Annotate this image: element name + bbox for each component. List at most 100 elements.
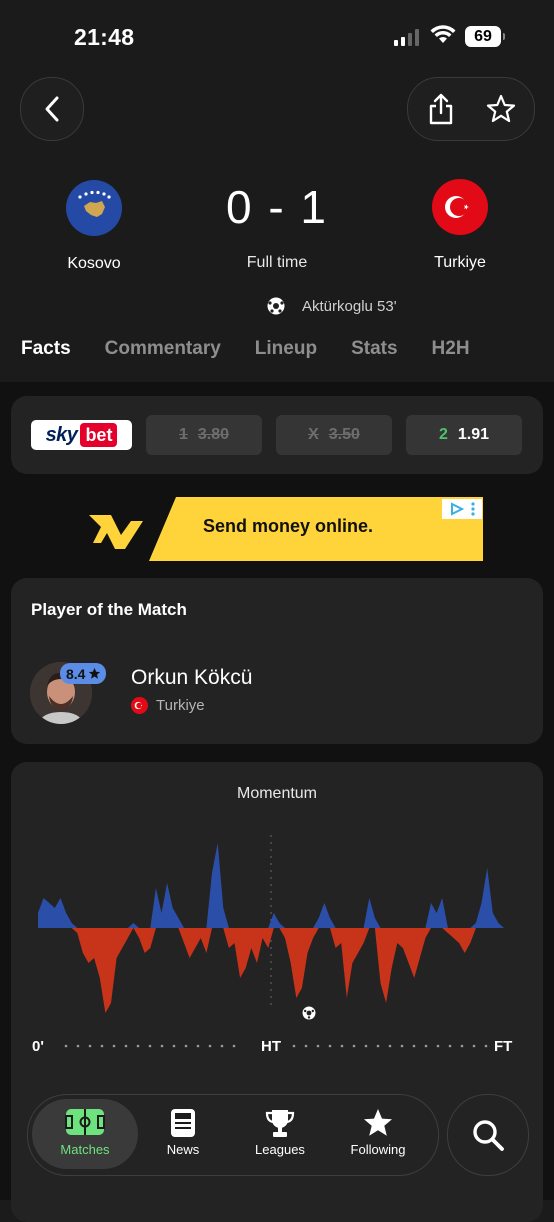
momentum-chart (38, 835, 504, 1020)
axis-dot (400, 1044, 404, 1048)
nav-following[interactable]: Following (333, 1108, 423, 1157)
player-team-name: Turkiye (156, 697, 205, 714)
odds-home-button[interactable]: 1 3.80 (146, 415, 262, 455)
match-tabs: Facts Commentary Lineup Stats H2H (21, 338, 504, 360)
odds-draw-button[interactable]: X 3.50 (276, 415, 392, 455)
header-actions (407, 77, 535, 141)
axis-dot (172, 1044, 176, 1048)
tab-commentary[interactable]: Commentary (105, 338, 221, 360)
tab-stats[interactable]: Stats (351, 338, 397, 360)
odds-away-value: 1.91 (457, 426, 490, 443)
battery-icon: 69 (465, 26, 505, 47)
odds-draw-label: X (308, 426, 319, 443)
axis-dot (232, 1044, 236, 1048)
axis-dot (340, 1044, 344, 1048)
odds-away-label: 2 (438, 426, 448, 443)
odds-away-button[interactable]: 2 1.91 (406, 415, 522, 455)
axis-dot (100, 1044, 104, 1048)
odds-home-label: 1 (178, 426, 188, 443)
status-time: 21:48 (74, 24, 135, 50)
axis-dot (484, 1044, 488, 1048)
axis-dot (436, 1044, 440, 1048)
ad-text[interactable]: Send money online. (203, 516, 373, 537)
star-icon (89, 667, 101, 679)
odds-home-value: 3.80 (197, 426, 230, 443)
pitch-icon (65, 1109, 105, 1135)
search-icon (473, 1120, 504, 1151)
adchoices-icon[interactable] (442, 499, 482, 519)
axis-dot (460, 1044, 464, 1048)
axis-dot (388, 1044, 392, 1048)
wifi-icon (430, 24, 456, 49)
nav-news[interactable]: News (138, 1108, 228, 1157)
goal-scorer-label: Aktürkoglu 53' (302, 297, 397, 315)
nav-matches[interactable]: Matches (40, 1108, 130, 1157)
bookmaker-logo-sky: sky (45, 423, 78, 446)
axis-dot (208, 1044, 212, 1048)
tab-facts[interactable]: Facts (21, 338, 71, 360)
axis-dot (448, 1044, 452, 1048)
goal-marker-icon (302, 1006, 316, 1020)
share-button[interactable] (424, 92, 458, 126)
axis-dot (304, 1044, 308, 1048)
axis-dot (316, 1044, 320, 1048)
favorite-button[interactable] (484, 92, 518, 126)
football-icon (267, 297, 285, 315)
axis-dot (412, 1044, 416, 1048)
bookmaker-logo[interactable]: sky bet (31, 420, 132, 450)
momentum-axis-dots (64, 1044, 488, 1048)
match-score: 0 - 1 (225, 181, 329, 233)
axis-dot (112, 1044, 116, 1048)
nav-following-label: Following (350, 1142, 406, 1157)
away-team-flag[interactable] (432, 179, 488, 235)
axis-dot (364, 1044, 368, 1048)
axis-dot (148, 1044, 152, 1048)
player-team: Turkiye (131, 697, 205, 714)
axis-dot (136, 1044, 140, 1048)
player-name[interactable]: Orkun Kökcü (131, 666, 252, 690)
home-team-name[interactable]: Kosovo (34, 255, 154, 273)
nav-news-label: News (166, 1142, 200, 1157)
axis-dot (424, 1044, 428, 1048)
nav-leagues-label: Leagues (255, 1142, 305, 1157)
axis-dot (376, 1044, 380, 1048)
axis-dot (472, 1044, 476, 1048)
axis-dot (88, 1044, 92, 1048)
star-outline-icon (486, 94, 516, 123)
bookmaker-logo-bet: bet (80, 423, 118, 447)
nav-matches-label: Matches (60, 1142, 110, 1157)
momentum-axis-end: FT (494, 1038, 513, 1055)
turkiye-flag-icon (131, 697, 148, 714)
axis-dot (160, 1044, 164, 1048)
tab-lineup[interactable]: Lineup (255, 338, 317, 360)
momentum-axis-start: 0' (32, 1038, 44, 1055)
back-button[interactable] (20, 77, 84, 141)
axis-dot (196, 1044, 200, 1048)
cell-signal-icon (394, 28, 419, 46)
home-team-flag[interactable] (66, 180, 122, 236)
goal-scorer: Aktürkoglu 53' (266, 296, 397, 316)
nav-leagues[interactable]: Leagues (235, 1108, 325, 1157)
player-of-match-title: Player of the Match (31, 600, 187, 619)
match-status: Full time (246, 254, 308, 271)
trophy-icon (265, 1110, 295, 1137)
axis-dot (76, 1044, 80, 1048)
chevron-left-icon (45, 96, 59, 122)
odds-draw-value: 3.50 (328, 426, 360, 443)
away-team-name[interactable]: Turkiye (400, 254, 520, 272)
search-button[interactable] (447, 1094, 529, 1176)
axis-dot (184, 1044, 188, 1048)
momentum-title: Momentum (236, 785, 318, 802)
axis-dot (292, 1044, 296, 1048)
axis-dot (328, 1044, 332, 1048)
axis-dot (124, 1044, 128, 1048)
axis-dot (352, 1044, 356, 1048)
share-icon (429, 93, 453, 125)
newspaper-icon (171, 1109, 195, 1137)
axis-dot (64, 1044, 68, 1048)
player-rating-badge: 8.4 (60, 663, 107, 684)
player-rating-value: 8.4 (66, 665, 86, 682)
axis-dot (220, 1044, 224, 1048)
tab-h2h[interactable]: H2H (432, 338, 470, 360)
star-icon (364, 1109, 392, 1136)
